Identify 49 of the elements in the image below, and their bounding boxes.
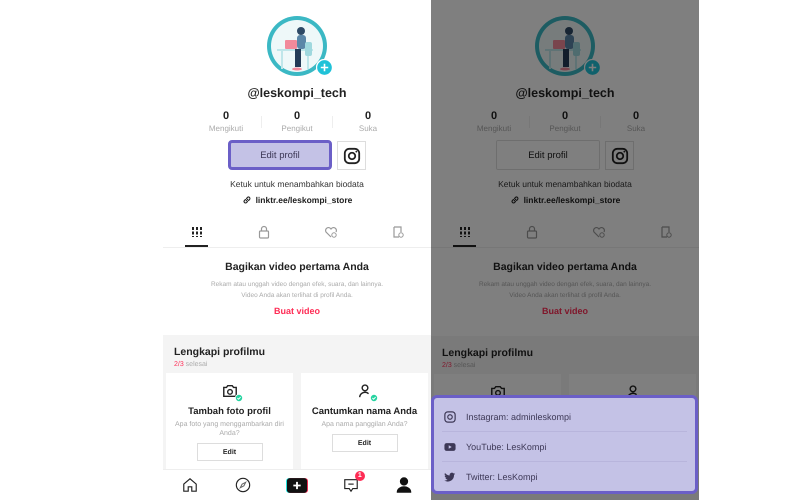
card-title: Tambah foto profil bbox=[188, 406, 271, 418]
card-title: Cantumkan nama Anda bbox=[312, 406, 418, 418]
social-link[interactable]: Instagram: adminleskompi bbox=[466, 412, 572, 422]
empty-state-title: Bagikan video pertama Anda bbox=[225, 261, 369, 273]
stat-label: Mengikuti bbox=[208, 124, 244, 133]
stat-count: 0 bbox=[632, 110, 640, 122]
lock-icon bbox=[524, 225, 538, 239]
link-icon bbox=[510, 195, 520, 205]
username: @leskompi_tech bbox=[515, 86, 615, 100]
inbox-icon[interactable] bbox=[342, 477, 359, 494]
stat-count: 0 bbox=[490, 110, 498, 122]
profile-link[interactable]: linktr.ee/leskompi_store bbox=[524, 195, 620, 205]
instagram-icon bbox=[610, 146, 628, 164]
edit-profile-button[interactable]: Edit profil bbox=[228, 140, 332, 170]
tagged-post-icon bbox=[390, 225, 404, 239]
stat-count: 0 bbox=[364, 110, 372, 122]
social-link[interactable]: YouTube: LesKompi bbox=[466, 442, 546, 452]
section-title: Lengkapi profilmu bbox=[174, 346, 266, 358]
create-video-link[interactable]: Buat video bbox=[274, 306, 320, 316]
username: @leskompi_tech bbox=[247, 86, 347, 100]
home-icon[interactable] bbox=[182, 477, 198, 494]
stat-label: Suka bbox=[358, 124, 378, 133]
lock-icon bbox=[256, 225, 270, 239]
tagged-post-icon bbox=[658, 225, 672, 239]
instagram-icon bbox=[444, 410, 456, 422]
bird-icon bbox=[444, 470, 456, 482]
stat-label: Pengikut bbox=[281, 124, 313, 133]
profile-icon[interactable] bbox=[396, 477, 412, 494]
edit-profile-button[interactable]: Edit profil bbox=[496, 140, 600, 170]
instagram-button[interactable] bbox=[337, 141, 366, 170]
heart-icon bbox=[324, 225, 338, 239]
grid-icon bbox=[458, 225, 472, 239]
bio-prompt[interactable]: Ketuk untuk menambahkan biodata bbox=[230, 179, 364, 189]
stat-count: 0 bbox=[562, 110, 568, 122]
instagram-icon bbox=[342, 146, 360, 164]
section-title: Lengkapi profilmu bbox=[442, 347, 534, 359]
play-icon bbox=[444, 440, 456, 452]
empty-state-title: Bagikan video pertama Anda bbox=[493, 261, 637, 273]
grid-icon bbox=[190, 225, 204, 239]
profile-link[interactable]: linktr.ee/leskompi_store bbox=[256, 195, 352, 205]
heart-icon bbox=[592, 225, 606, 239]
bio-prompt[interactable]: Ketuk untuk menambahkan biodata bbox=[498, 179, 632, 189]
stat-count: 0 bbox=[222, 110, 230, 122]
compass-icon[interactable] bbox=[235, 477, 252, 494]
create-icon[interactable] bbox=[286, 478, 308, 493]
link-icon bbox=[242, 195, 252, 205]
camera-icon bbox=[222, 383, 238, 400]
social-link[interactable]: Twitter: LesKompi bbox=[466, 472, 538, 482]
stat-count: 0 bbox=[294, 110, 300, 122]
